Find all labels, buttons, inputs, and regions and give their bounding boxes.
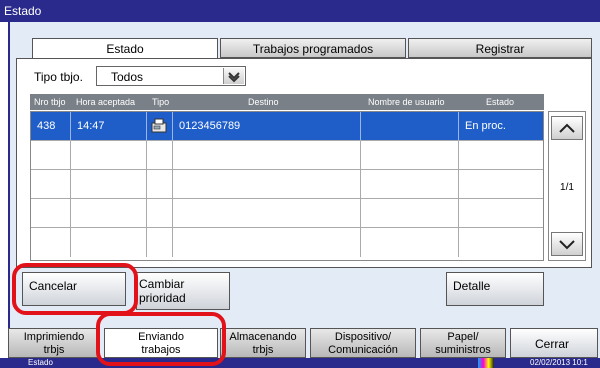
tab-line: Papel/ xyxy=(447,331,479,343)
tab-device-communication[interactable]: Dispositivo/ Comunicación xyxy=(310,328,416,358)
cell-type xyxy=(147,112,173,141)
header-status: Estado xyxy=(486,97,515,107)
tab-line: Imprimiendo xyxy=(23,331,85,343)
scroll-up-button[interactable] xyxy=(551,116,583,140)
header-job-number: Nro tbjo xyxy=(34,97,66,107)
detail-button[interactable]: Detalle xyxy=(446,272,544,306)
table-row-selected[interactable]: 438 14:47 0123456789 En proc. xyxy=(31,112,543,141)
tab-line: trbjs xyxy=(43,344,65,356)
cell-status: En proc. xyxy=(465,120,506,132)
chevron-down-icon xyxy=(559,240,575,250)
window-title: Estado xyxy=(4,4,42,18)
change-priority-line1: Cambiar xyxy=(139,277,185,291)
title-bar: Estado xyxy=(0,0,600,22)
tab-line: Dispositivo/ xyxy=(334,331,392,343)
tab-line: trabajos xyxy=(141,344,181,356)
status-text: Estado xyxy=(28,358,53,367)
job-type-select[interactable]: Todos xyxy=(96,66,246,86)
header-type: Tipo xyxy=(152,97,170,107)
job-list: 438 14:47 0123456789 En proc. xyxy=(30,111,544,261)
cell-job-number: 438 xyxy=(31,112,71,141)
cell-time: 14:47 xyxy=(71,112,147,141)
header-accepted-time: Hora aceptada xyxy=(76,97,136,107)
status-bar: Estado 02/02/2013 10:1 xyxy=(0,358,600,368)
tab-line: Comunicación xyxy=(328,344,398,356)
cell-user xyxy=(361,112,459,141)
job-type-value: Todos xyxy=(111,70,144,84)
cancel-button[interactable]: Cancelar xyxy=(22,272,126,306)
table-row xyxy=(31,141,543,170)
fax-icon xyxy=(150,118,168,133)
tab-sending-jobs[interactable]: Enviando trabajos xyxy=(104,328,218,358)
change-priority-line2: prioridad xyxy=(139,291,186,305)
table-row xyxy=(31,170,543,199)
page-indicator: 1/1 xyxy=(560,182,574,193)
tab-label: Registrar xyxy=(475,42,525,56)
tab-line: Almacenando xyxy=(229,331,297,343)
scroll-down-button[interactable] xyxy=(551,232,583,256)
tab-storing-jobs[interactable]: Almacenando trbjs xyxy=(220,328,306,358)
tab-paper-supplies[interactable]: Papel/ suministros xyxy=(420,328,506,358)
tab-label: Estado xyxy=(106,42,144,56)
cancel-label: Cancelar xyxy=(29,279,78,293)
scroll-panel: 1/1 xyxy=(548,111,586,261)
job-type-label: Tipo tbjo. xyxy=(34,70,83,84)
detail-label: Detalle xyxy=(453,279,491,293)
tab-registrar[interactable]: Registrar xyxy=(408,38,592,58)
chevron-up-icon xyxy=(559,123,575,133)
table-header: Nro tbjo Hora aceptada Tipo Destino Nomb… xyxy=(30,94,544,110)
chevron-down-icon xyxy=(223,68,244,84)
status-datetime: 02/02/2013 10:1 xyxy=(530,358,588,367)
close-label: Cerrar xyxy=(535,337,570,351)
close-button[interactable]: Cerrar xyxy=(510,328,598,358)
change-priority-button[interactable]: Cambiar prioridad xyxy=(136,272,230,310)
header-user-name: Nombre de usuario xyxy=(368,97,445,107)
tab-line: Enviando xyxy=(138,331,184,343)
change-priority-label: Cambiar prioridad xyxy=(139,277,186,305)
tab-line: trbjs xyxy=(252,344,274,356)
tab-label: Trabajos programados xyxy=(252,42,374,56)
table-row xyxy=(31,199,543,228)
header-destination: Destino xyxy=(248,97,279,107)
tab-trabajos-programados[interactable]: Trabajos programados xyxy=(220,38,406,58)
tab-line: suministros xyxy=(435,344,491,356)
cell-destination: 0123456789 xyxy=(173,112,361,141)
tab-estado[interactable]: Estado xyxy=(32,38,218,60)
toner-icon xyxy=(478,358,494,368)
tab-printing-jobs[interactable]: Imprimiendo trbjs xyxy=(8,328,100,358)
table-row xyxy=(31,228,543,257)
